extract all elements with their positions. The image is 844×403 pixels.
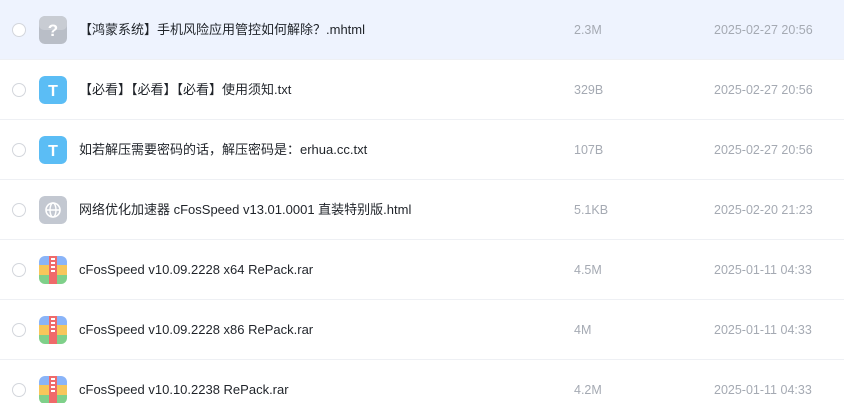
file-size: 5.1KB bbox=[574, 203, 609, 217]
archive-file-icon bbox=[39, 256, 67, 284]
web-file-icon bbox=[39, 196, 67, 224]
file-size: 107B bbox=[574, 143, 604, 157]
svg-text:T: T bbox=[48, 143, 58, 160]
file-date: 2025-01-11 04:33 bbox=[714, 263, 812, 277]
row-checkbox[interactable] bbox=[12, 23, 26, 37]
file-date: 2025-02-27 20:56 bbox=[714, 143, 813, 157]
row-checkbox[interactable] bbox=[12, 203, 26, 217]
file-size: 4M bbox=[574, 323, 592, 337]
file-name[interactable]: 网络优化加速器 cFosSpeed v13.01.0001 直装特别版.html bbox=[79, 201, 411, 219]
text-file-icon: T bbox=[39, 136, 67, 164]
file-row[interactable]: T 如若解压需要密码的话，解压密码是：erhua.cc.txt 107B 202… bbox=[0, 120, 844, 180]
file-row[interactable]: cFosSpeed v10.10.2238 RePack.rar 4.2M 20… bbox=[0, 360, 844, 403]
file-row[interactable]: 网络优化加速器 cFosSpeed v13.01.0001 直装特别版.html… bbox=[0, 180, 844, 240]
file-name[interactable]: 【必看】【必看】【必看】使用须知.txt bbox=[79, 81, 291, 99]
file-size: 4.2M bbox=[574, 383, 602, 397]
svg-text:T: T bbox=[48, 83, 58, 100]
file-size: 2.3M bbox=[574, 23, 602, 37]
file-list: ? 【鸿蒙系统】手机风险应用管控如何解除？.mhtml 2.3M 2025-02… bbox=[0, 0, 844, 403]
file-date: 2025-01-11 04:33 bbox=[714, 323, 812, 337]
file-date: 2025-01-11 04:33 bbox=[714, 383, 812, 397]
file-size: 4.5M bbox=[574, 263, 602, 277]
text-file-icon: T bbox=[39, 76, 67, 104]
archive-file-icon bbox=[39, 376, 67, 403]
file-name[interactable]: cFosSpeed v10.09.2228 x64 RePack.rar bbox=[79, 261, 313, 279]
file-row[interactable]: T 【必看】【必看】【必看】使用须知.txt 329B 2025-02-27 2… bbox=[0, 60, 844, 120]
file-name[interactable]: 如若解压需要密码的话，解压密码是：erhua.cc.txt bbox=[79, 141, 367, 159]
svg-text:?: ? bbox=[48, 21, 58, 40]
file-size: 329B bbox=[574, 83, 604, 97]
row-checkbox[interactable] bbox=[12, 83, 26, 97]
file-name[interactable]: cFosSpeed v10.10.2238 RePack.rar bbox=[79, 381, 289, 399]
file-row[interactable]: cFosSpeed v10.09.2228 x86 RePack.rar 4M … bbox=[0, 300, 844, 360]
row-checkbox[interactable] bbox=[12, 143, 26, 157]
file-row[interactable]: cFosSpeed v10.09.2228 x64 RePack.rar 4.5… bbox=[0, 240, 844, 300]
file-date: 2025-02-27 20:56 bbox=[714, 83, 813, 97]
file-name[interactable]: cFosSpeed v10.09.2228 x86 RePack.rar bbox=[79, 321, 313, 339]
file-date: 2025-02-20 21:23 bbox=[714, 203, 813, 217]
row-checkbox[interactable] bbox=[12, 323, 26, 337]
archive-file-icon bbox=[39, 316, 67, 344]
row-checkbox[interactable] bbox=[12, 383, 26, 397]
row-checkbox[interactable] bbox=[12, 263, 26, 277]
unknown-file-icon: ? bbox=[39, 16, 67, 44]
file-name[interactable]: 【鸿蒙系统】手机风险应用管控如何解除？.mhtml bbox=[79, 21, 365, 39]
file-row[interactable]: ? 【鸿蒙系统】手机风险应用管控如何解除？.mhtml 2.3M 2025-02… bbox=[0, 0, 844, 60]
file-date: 2025-02-27 20:56 bbox=[714, 23, 813, 37]
